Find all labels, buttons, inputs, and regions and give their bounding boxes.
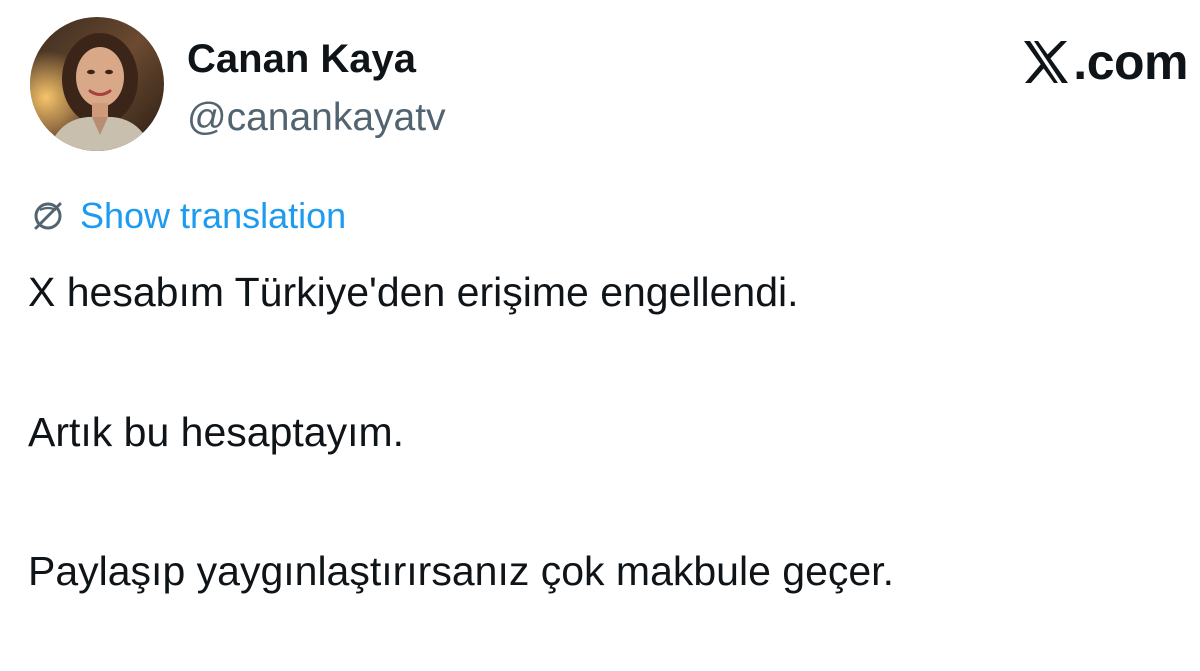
- tweet-text-line: Artık bu hesaptayım.: [28, 409, 405, 455]
- globe-icon: [34, 202, 62, 230]
- tweet-card: Canan Kaya @canankayatv .com Show transl…: [0, 0, 1200, 671]
- user-handle[interactable]: @canankayatv: [187, 96, 446, 140]
- x-logo-icon: [1024, 41, 1069, 83]
- show-translation-button[interactable]: Show translation: [30, 194, 346, 238]
- brand-text: .com: [1073, 34, 1188, 90]
- display-name[interactable]: Canan Kaya: [187, 36, 416, 82]
- profile-photo: [30, 17, 164, 151]
- tweet-text-line: X hesabım Türkiye'den erişime engellendi…: [28, 269, 799, 315]
- show-translation-label[interactable]: Show translation: [80, 194, 346, 238]
- tweet-text-line: Paylaşıp yaygınlaştırırsanız çok makbule…: [28, 548, 894, 594]
- avatar[interactable]: [30, 17, 164, 151]
- x-com-brand: .com: [1021, 34, 1188, 90]
